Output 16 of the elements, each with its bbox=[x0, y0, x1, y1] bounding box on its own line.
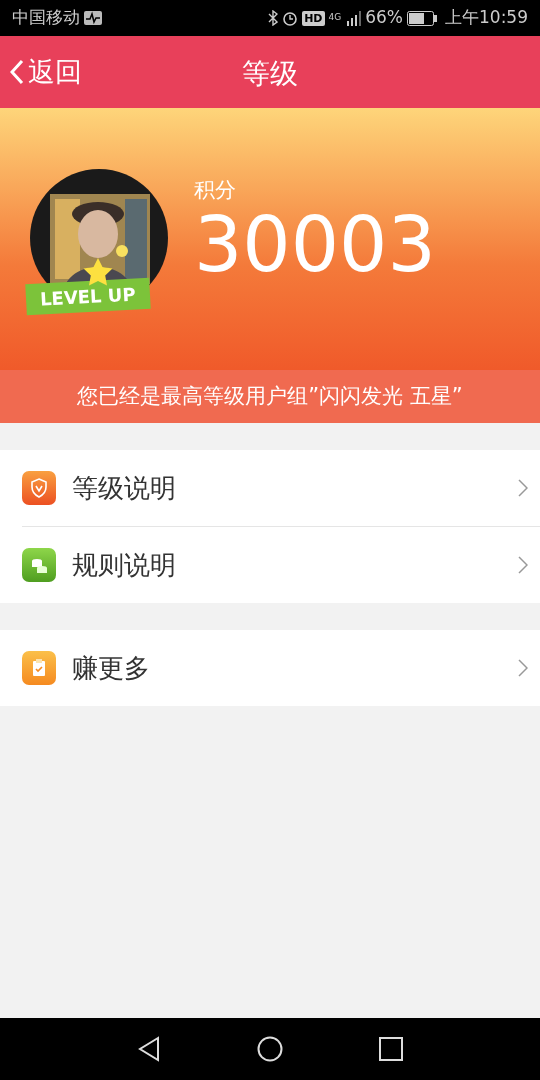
menu-label: 赚更多 bbox=[72, 651, 150, 685]
menu-label: 等级说明 bbox=[72, 471, 176, 505]
points-label: 积分 bbox=[194, 177, 237, 205]
menu-item[interactable]: 等级说明 bbox=[0, 450, 540, 526]
page-title: 等级 bbox=[242, 56, 298, 92]
points-value: 30003 bbox=[194, 206, 436, 283]
level-notice: 您已经是最高等级用户组”闪闪发光 五星” bbox=[77, 382, 463, 410]
menu-label: 规则说明 bbox=[72, 548, 176, 582]
network-type: 4G bbox=[328, 13, 342, 23]
back-button[interactable]: 返回 bbox=[0, 51, 92, 93]
hd-indicator: HD bbox=[302, 10, 325, 26]
carrier-name: 中国移动 bbox=[12, 6, 80, 30]
menu-item[interactable]: 赚更多 bbox=[0, 630, 540, 706]
menu-item[interactable]: 规则说明 bbox=[0, 527, 540, 603]
battery-percent: 66% bbox=[365, 6, 403, 30]
clock-time: 上午10:59 bbox=[445, 6, 528, 30]
